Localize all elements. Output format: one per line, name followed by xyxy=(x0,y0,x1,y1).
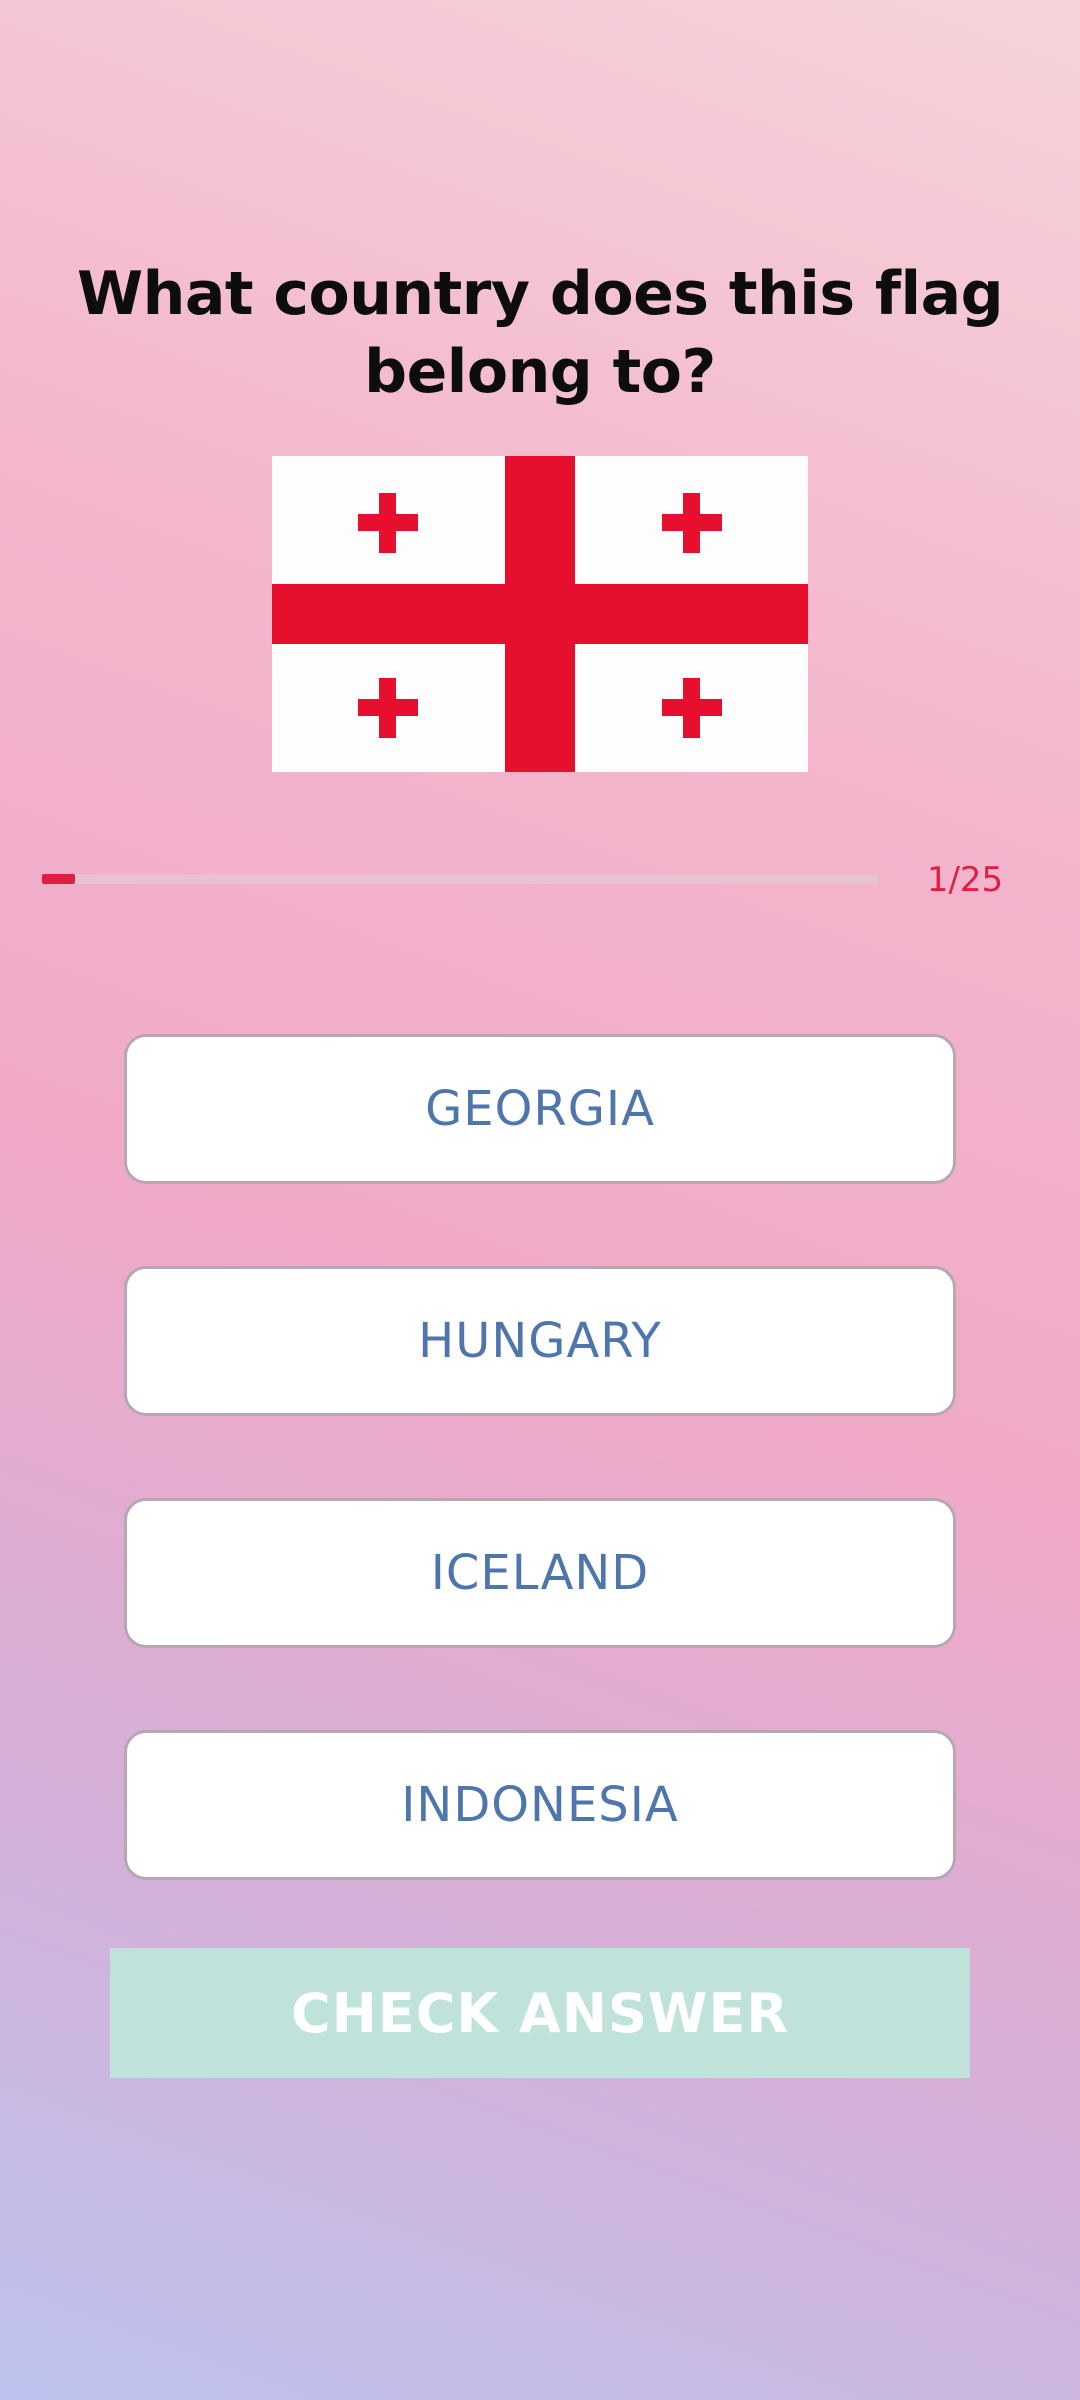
answer-option-label: INDONESIA xyxy=(401,1777,679,1833)
answer-option-label: GEORGIA xyxy=(425,1081,655,1137)
georgia-flag-icon xyxy=(272,456,808,772)
answer-option-label: HUNGARY xyxy=(418,1313,662,1369)
answer-option-georgia[interactable]: GEORGIA xyxy=(124,1034,956,1184)
answer-option-indonesia[interactable]: INDONESIA xyxy=(124,1730,956,1880)
progress-counter: 1/25 xyxy=(926,860,1004,900)
answer-option-label: ICELAND xyxy=(430,1545,650,1601)
quiz-screen: What country does this flag belong to? 1… xyxy=(0,0,1080,2400)
progress-bar-fill xyxy=(42,874,76,884)
progress-bar xyxy=(42,874,878,884)
answer-option-hungary[interactable]: HUNGARY xyxy=(124,1266,956,1416)
question-text: What country does this flag belong to? xyxy=(76,259,1004,407)
answer-option-iceland[interactable]: ICELAND xyxy=(124,1498,956,1648)
flag-cross-horizontal xyxy=(272,584,808,644)
check-answer-label: CHECK ANSWER xyxy=(291,1981,789,2045)
check-answer-button[interactable]: CHECK ANSWER xyxy=(110,1948,970,2078)
